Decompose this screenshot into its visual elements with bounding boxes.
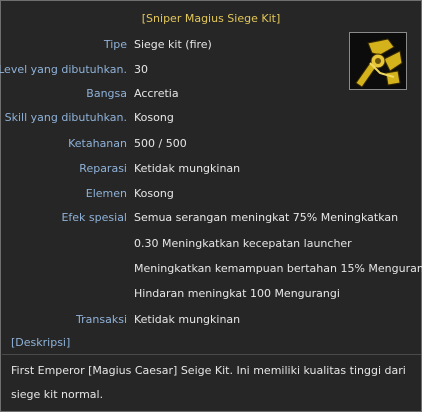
stat-row-type: Tipe Siege kit (fire) (1, 36, 421, 54)
stat-value: Ketidak mungkinan (134, 313, 241, 326)
stat-label: Skill yang dibutuhkan. (4, 111, 127, 124)
stat-row-element: Elemen Kosong (1, 185, 421, 203)
stat-value: 0.30 Meningkatkan kecepatan launcher (134, 237, 352, 250)
stat-value: Kosong (134, 111, 174, 124)
stat-row-special-effect-cont: Meningkatkan kemampuan bertahan 15% Meng… (1, 260, 422, 278)
stat-row-level: Level yang dibutuhkan. 30 (0, 61, 421, 79)
stat-value: 30 (134, 63, 148, 76)
item-title: [Sniper Magius Siege Kit] (141, 12, 281, 25)
stat-row-special-effect-cont: 0.30 Meningkatkan kecepatan launcher (1, 235, 421, 253)
stat-label: Tipe (103, 38, 127, 51)
stat-label: Reparasi (79, 162, 127, 175)
stat-value: Meningkatkan kemampuan bertahan 15% Meng… (134, 262, 422, 275)
stat-value: Hindaran meningkat 100 Mengurangi (134, 287, 340, 300)
stat-row-durability: Ketahanan 500 / 500 (1, 135, 421, 153)
stat-row-race: Bangsa Accretia (1, 85, 421, 103)
stat-value: Accretia (134, 87, 179, 100)
item-tooltip: [Sniper Magius Siege Kit] Tipe Siege kit… (0, 0, 422, 412)
stat-row-special-effect: Efek spesial Semua serangan meningkat 75… (1, 209, 421, 227)
stat-value: Ketidak mungkinan (134, 162, 241, 175)
stat-value: Kosong (134, 187, 174, 200)
divider (2, 354, 421, 355)
stat-label: Bangsa (86, 87, 127, 100)
description-heading: [Deskripsi] (11, 336, 71, 349)
stat-label: Level yang dibutuhkan. (0, 63, 127, 76)
stat-row-special-effect-cont: Hindaran meningkat 100 Mengurangi (1, 285, 421, 303)
stat-value: Semua serangan meningkat 75% Meningkatka… (134, 211, 399, 224)
stat-row-repair: Reparasi Ketidak mungkinan (1, 160, 421, 178)
stat-row-trade: Transaksi Ketidak mungkinan (1, 311, 421, 329)
stat-label: Transaksi (76, 313, 127, 326)
stat-label: Elemen (85, 187, 127, 200)
stat-value: 500 / 500 (134, 137, 187, 150)
description-text: First Emperor [Magius Caesar] Seige Kit.… (11, 364, 406, 401)
stat-value: Siege kit (fire) (134, 38, 212, 51)
stat-label: Ketahanan (68, 137, 127, 150)
stat-label: Efek spesial (61, 211, 127, 224)
stat-row-skill: Skill yang dibutuhkan. Kosong (1, 109, 421, 127)
